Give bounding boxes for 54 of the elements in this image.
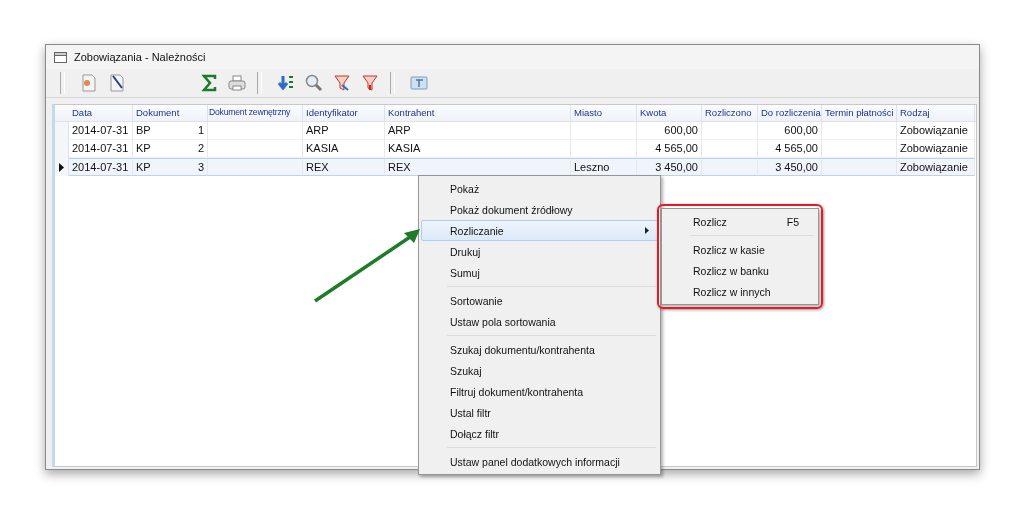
column-header[interactable]: Kwota xyxy=(637,105,702,121)
table-cell: REX xyxy=(385,158,571,176)
column-header[interactable]: Miasto xyxy=(571,105,637,121)
document-type: BP xyxy=(136,124,151,138)
table-cell: 600,00 xyxy=(637,122,702,140)
menu-item[interactable]: Rozlicz w kasie xyxy=(664,239,816,260)
column-header[interactable]: Data xyxy=(69,105,133,121)
column-header[interactable]: Rodzaj xyxy=(897,105,975,121)
menu-item[interactable]: Szukaj dokumentu/kontrahenta xyxy=(421,339,658,360)
window-icon xyxy=(54,51,68,63)
menu-item[interactable]: Ustal filtr xyxy=(421,402,658,423)
table-cell: ARP xyxy=(303,122,385,140)
column-header[interactable]: Do rozliczenia xyxy=(758,105,822,121)
column-header[interactable]: Dokument zewnętrzny xyxy=(208,105,303,121)
document-type: KP xyxy=(136,161,151,175)
menu-item[interactable]: Rozlicz w banku xyxy=(664,260,816,281)
column-header[interactable]: Kontrahent xyxy=(385,105,571,121)
document-number: 3 xyxy=(197,161,204,175)
column-header[interactable]: Dokument xyxy=(133,105,208,121)
table-cell xyxy=(702,158,758,176)
menu-item[interactable]: Sumuj xyxy=(421,262,658,283)
window-title: Zobowiązania - Należności xyxy=(74,51,206,63)
menu-item[interactable]: Pokaż dokument źródłowy xyxy=(421,199,658,220)
table-cell: ARP xyxy=(385,122,571,140)
document-type: KP xyxy=(136,142,151,156)
document-number: 2 xyxy=(197,142,204,156)
menu-item[interactable]: Drukuj xyxy=(421,241,658,262)
table-cell: Leszno xyxy=(571,158,637,176)
menu-item[interactable]: Rozlicz F5 xyxy=(664,211,816,232)
table-cell: REX xyxy=(303,158,385,176)
column-header[interactable]: Rozliczono xyxy=(702,105,758,121)
table-cell: 3 450,00 xyxy=(637,158,702,176)
table-cell: 2014-07-31 xyxy=(69,122,133,140)
table-cell: 3 450,00 xyxy=(758,158,822,176)
menu-item[interactable]: Rozlicz w innych xyxy=(664,281,816,302)
current-row-icon xyxy=(59,162,64,172)
menu-item[interactable]: Sortowanie xyxy=(421,290,658,311)
menu-item[interactable]: Pokaż xyxy=(421,178,658,199)
table-row[interactable]: 2014-07-31 KP 3 REX REX Leszno 3 450,00 3 450,00 Zobowiązanie xyxy=(55,158,976,176)
table-cell: 600,00 xyxy=(758,122,822,140)
table-cell: Zobowiązanie xyxy=(897,122,975,140)
menu-item[interactable]: Ustaw pola sortowania xyxy=(421,311,658,332)
table-cell: 2014-07-31 xyxy=(69,158,133,176)
menu-item[interactable]: Dołącz filtr xyxy=(421,423,658,444)
menu-item[interactable]: Rozliczanie xyxy=(421,220,658,241)
menu-item[interactable]: Ustaw panel dodatkowych informacji xyxy=(421,451,658,472)
table-cell: Zobowiązanie xyxy=(897,158,975,176)
column-header[interactable]: Identyfikator xyxy=(303,105,385,121)
table-row[interactable]: 2014-07-31 BP 1 ARP ARP 600,00 600,00 Zobowiązanie xyxy=(55,122,976,140)
row-selector[interactable] xyxy=(55,158,69,176)
document-number: 1 xyxy=(197,124,204,138)
menu-item[interactable]: Szukaj xyxy=(421,360,658,381)
column-header[interactable]: Termin płatności xyxy=(822,105,897,121)
menu-item[interactable]: Filtruj dokument/kontrahenta xyxy=(421,381,658,402)
